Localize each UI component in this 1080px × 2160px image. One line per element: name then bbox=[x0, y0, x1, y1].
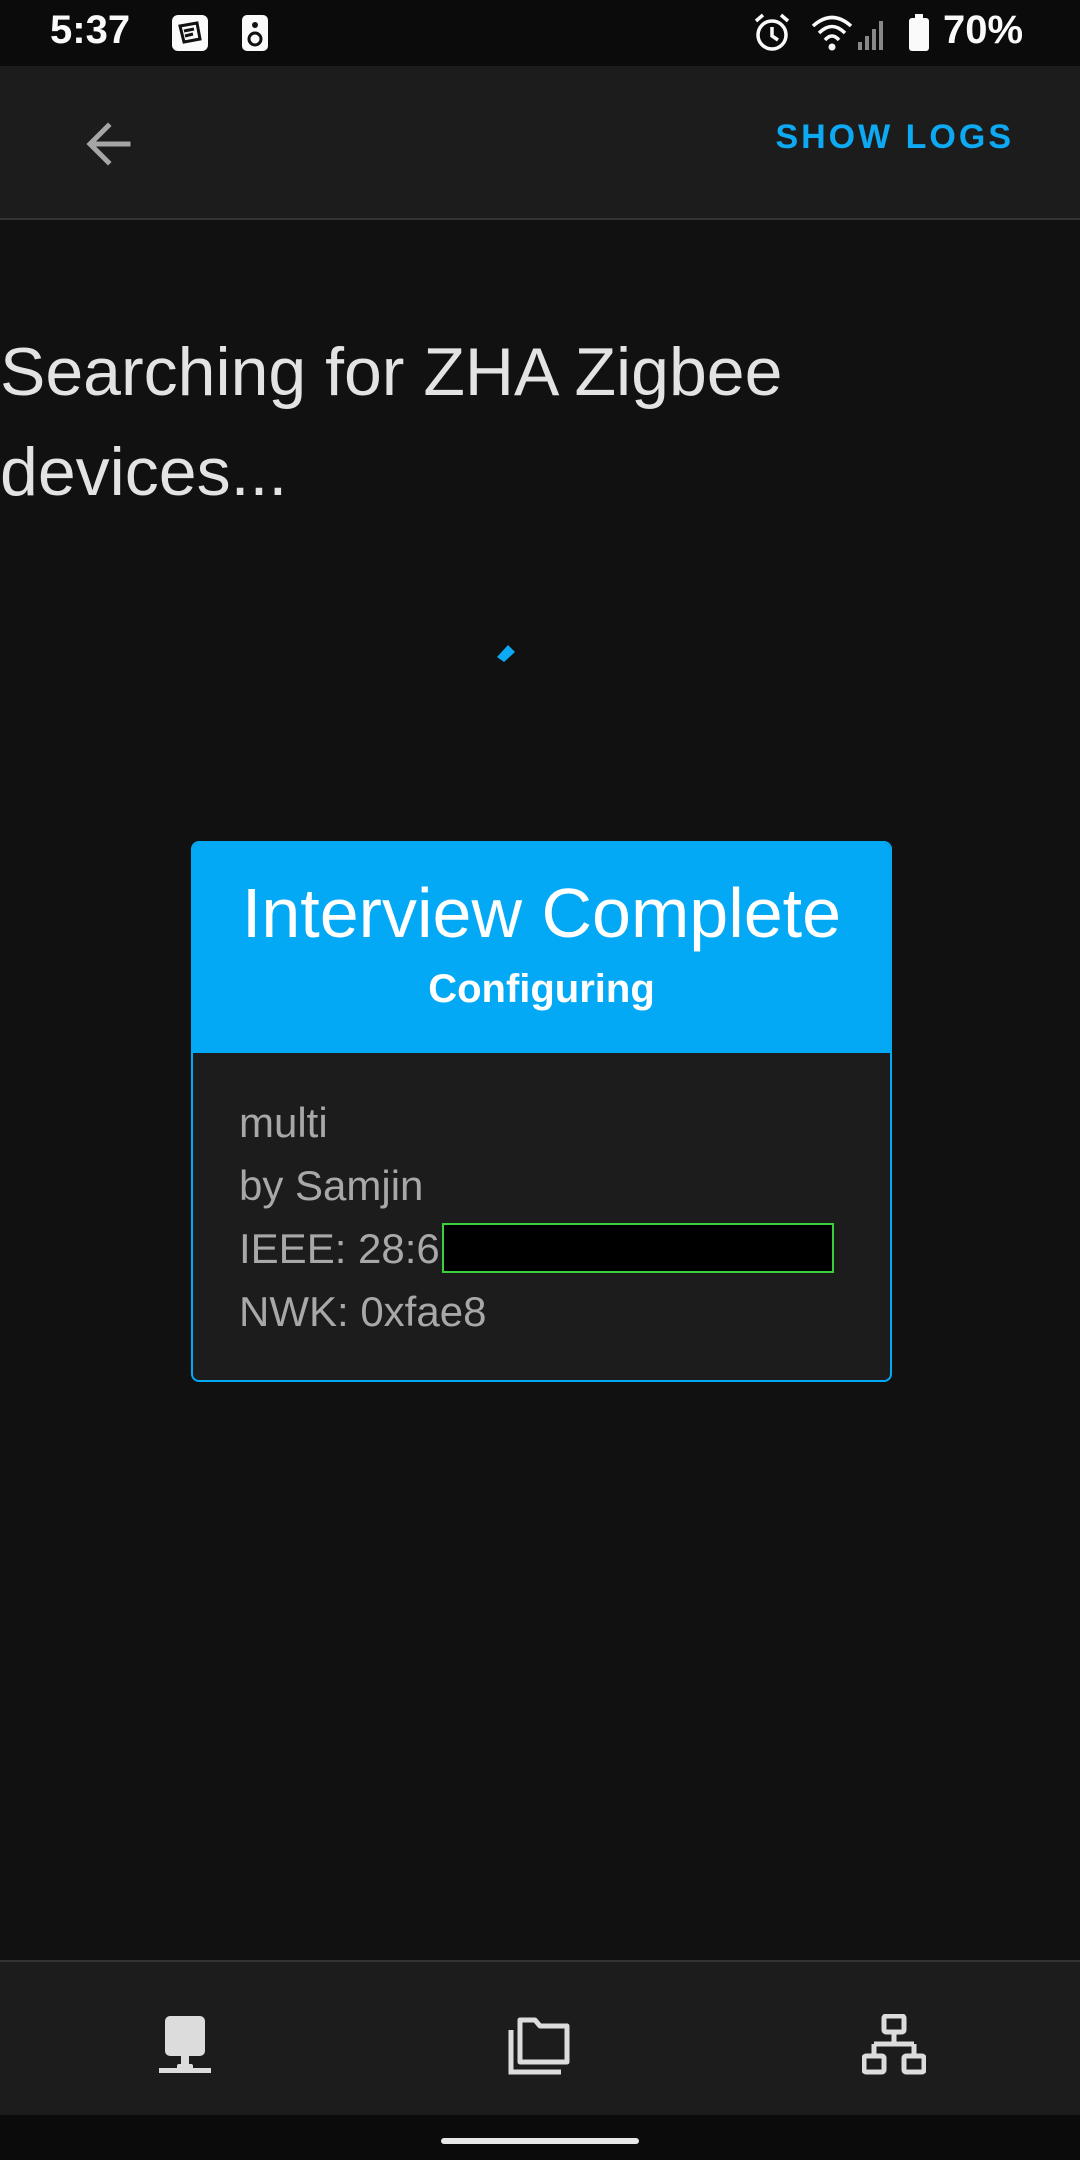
device-ieee: IEEE: 28:6 bbox=[239, 1217, 890, 1280]
device-card: Interview Complete Configuring multi by … bbox=[191, 841, 892, 1382]
device-card-header: Interview Complete Configuring bbox=[193, 843, 890, 1053]
signal-icon bbox=[858, 21, 883, 50]
device-status-subtitle: Configuring bbox=[428, 967, 655, 1011]
device-ieee-value: IEEE: 28:6 bbox=[239, 1225, 440, 1272]
arrow-back-icon[interactable] bbox=[78, 112, 142, 176]
device-model: multi bbox=[239, 1099, 328, 1146]
folder-icon[interactable] bbox=[507, 2014, 571, 2078]
show-logs-button[interactable]: SHOW LOGS bbox=[775, 118, 1014, 157]
gesture-area bbox=[0, 2115, 1080, 2160]
page-title: Searching for ZHA Zigbee devices... bbox=[0, 334, 783, 510]
device-card-body: multi by Samjin IEEE: 28:6 NWK: 0xfae8 bbox=[193, 1053, 890, 1343]
battery-percentage: 70% bbox=[943, 8, 1024, 52]
device-status-title: Interview Complete bbox=[241, 874, 842, 952]
alarm-icon bbox=[754, 13, 790, 51]
status-time: 5:37 bbox=[50, 8, 131, 52]
battery-icon bbox=[909, 14, 929, 51]
redaction-box bbox=[441, 1222, 834, 1273]
network-icon[interactable] bbox=[862, 2014, 926, 2078]
tasker-icon bbox=[172, 15, 208, 51]
status-bar: 5:37 70% bbox=[0, 0, 1080, 66]
app-bar: SHOW LOGS bbox=[0, 66, 1080, 220]
bottom-navigation bbox=[0, 1960, 1080, 2117]
speaker-icon bbox=[242, 15, 268, 51]
device-nwk: NWK: 0xfae8 bbox=[239, 1288, 487, 1335]
home-gesture-bar[interactable] bbox=[441, 2138, 639, 2144]
devices-icon[interactable] bbox=[155, 2014, 219, 2078]
wifi-icon bbox=[811, 15, 853, 51]
device-manufacturer: by Samjin bbox=[239, 1162, 424, 1209]
progress-spinner bbox=[497, 645, 515, 662]
